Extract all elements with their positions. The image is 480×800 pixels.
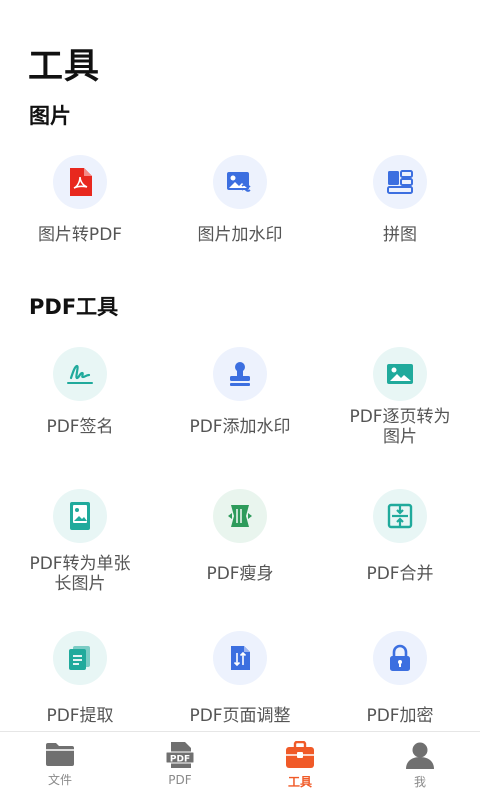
tool-label: PDF合并 xyxy=(366,563,434,584)
svg-text:PDF: PDF xyxy=(170,755,190,765)
section-title-image: 图片 xyxy=(29,104,71,128)
tool-label: PDF转为单张 长图片 xyxy=(29,554,131,594)
tool-pdf-to-images[interactable]: PDF逐页转为 图片 xyxy=(320,347,480,453)
tool-label: PDF瘦身 xyxy=(206,563,274,584)
bottom-tab-bar: 文件 PDF PDF 工具 我 xyxy=(0,731,480,800)
tab-files[interactable]: 文件 xyxy=(0,732,120,800)
tab-me[interactable]: 我 xyxy=(360,732,480,800)
extract-icon xyxy=(53,631,107,685)
tab-pdf[interactable]: PDF PDF xyxy=(120,732,240,800)
toolbox-icon xyxy=(286,741,314,768)
folder-icon xyxy=(46,743,74,766)
stamp-icon xyxy=(213,347,267,401)
tab-label: 我 xyxy=(413,775,426,789)
lock-icon xyxy=(373,631,427,685)
compress-icon xyxy=(213,489,267,543)
tool-pdf-merge[interactable]: PDF合并 xyxy=(320,489,480,605)
tool-image-watermark[interactable]: 图片加水印 xyxy=(160,155,320,261)
user-icon xyxy=(406,742,434,769)
tool-label: 拼图 xyxy=(383,224,417,245)
signature-icon xyxy=(53,347,107,401)
tool-pdf-add-watermark[interactable]: PDF添加水印 xyxy=(160,347,320,453)
tab-label: 文件 xyxy=(47,773,72,787)
section-title-pdf-tools: PDF工具 xyxy=(29,295,119,319)
tab-label: 工具 xyxy=(287,775,312,789)
pdf-tab-icon: PDF xyxy=(165,742,195,768)
tool-label: 图片加水印 xyxy=(197,224,283,245)
tool-pdf-signature[interactable]: PDF签名 xyxy=(0,347,160,453)
tool-pdf-extract[interactable]: PDF提取 xyxy=(0,631,160,747)
tool-label: PDF添加水印 xyxy=(189,416,291,437)
page-title: 工具 xyxy=(28,47,101,87)
tool-pdf-page-adjust[interactable]: PDF页面调整 xyxy=(160,631,320,747)
merge-icon xyxy=(373,489,427,543)
tool-pdf-to-long-image[interactable]: PDF转为单张 长图片 xyxy=(0,489,160,605)
tab-tools[interactable]: 工具 xyxy=(240,732,360,800)
long-image-icon xyxy=(53,489,107,543)
tool-pdf-compress[interactable]: PDF瘦身 xyxy=(160,489,320,605)
tool-label: PDF签名 xyxy=(46,416,114,437)
tool-pdf-encrypt[interactable]: PDF加密 xyxy=(320,631,480,747)
pdf-file-icon xyxy=(53,155,107,209)
image-watermark-icon xyxy=(213,155,267,209)
collage-icon xyxy=(373,155,427,209)
tool-label: 图片转PDF xyxy=(37,224,123,245)
tool-image-to-pdf[interactable]: 图片转PDF xyxy=(0,155,160,261)
tool-collage[interactable]: 拼图 xyxy=(320,155,480,261)
tool-label: PDF逐页转为 图片 xyxy=(349,407,451,447)
page-adjust-icon xyxy=(213,631,267,685)
image-icon xyxy=(373,347,427,401)
tab-label: PDF xyxy=(168,773,192,787)
